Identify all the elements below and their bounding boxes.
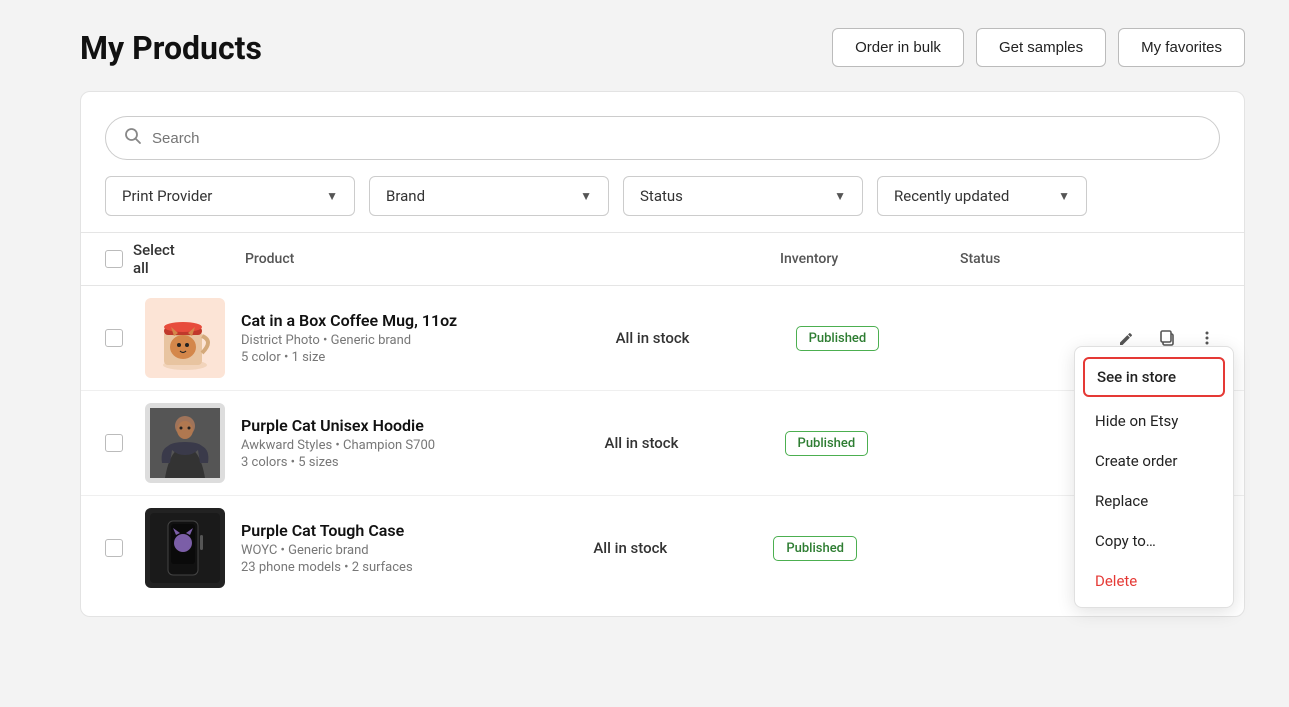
product-name: Purple Cat Tough Case [241,521,413,540]
get-samples-button[interactable]: Get samples [976,28,1106,67]
context-delete[interactable]: Delete [1075,561,1233,601]
row-1-status: Published [796,326,956,351]
chevron-down-icon: ▼ [580,189,592,203]
chevron-down-icon: ▼ [326,189,338,203]
table-header: Select all Product Inventory Status [81,232,1244,286]
status-filter[interactable]: Status ▼ [623,176,863,216]
chevron-down-icon: ▼ [1058,189,1070,203]
select-all-col: Select all [105,241,145,277]
product-info: Purple Cat Tough Case WOYC • Generic bra… [241,521,413,575]
product-name: Cat in a Box Coffee Mug, 11oz [241,311,457,330]
product-meta: WOYC • Generic brand [241,543,413,558]
status-badge: Published [773,536,857,561]
context-copy-to[interactable]: Copy to… [1075,521,1233,561]
product-info: Cat in a Box Coffee Mug, 11oz District P… [241,311,457,365]
row-2-inventory: All in stock [605,434,785,452]
row-2-status: Published [785,431,945,456]
product-variants: 3 colors • 5 sizes [241,455,435,470]
context-menu: See in store Hide on Etsy Create order R… [1074,346,1234,608]
sort-filter[interactable]: Recently updated ▼ [877,176,1087,216]
product-image [145,403,225,483]
chevron-down-icon: ▼ [834,189,846,203]
inventory-column-header: Inventory [780,251,960,267]
sort-label: Recently updated [894,187,1009,205]
row-1-inventory: All in stock [616,329,796,347]
print-provider-label: Print Provider [122,187,212,205]
header-buttons: Order in bulk Get samples My favorites [832,28,1245,67]
brand-filter[interactable]: Brand ▼ [369,176,609,216]
order-in-bulk-button[interactable]: Order in bulk [832,28,964,67]
product-meta: District Photo • Generic brand [241,333,457,348]
product-variants: 5 color • 1 size [241,350,457,365]
row-checkbox[interactable] [105,539,123,557]
page-header: My Products Order in bulk Get samples My… [0,0,1289,91]
product-variants: 23 phone models • 2 surfaces [241,560,413,575]
search-wrap [105,116,1220,160]
filters-row: Print Provider ▼ Brand ▼ Status ▼ Recent… [81,176,1244,232]
status-badge: Published [796,326,880,351]
row-checkbox[interactable] [105,329,123,347]
status-column-header: Status [960,251,1120,267]
product-image [145,298,225,378]
row-3-check [105,539,145,557]
search-input[interactable] [152,130,1201,147]
product-info: Purple Cat Unisex Hoodie Awkward Styles … [241,416,435,470]
product-meta: Awkward Styles • Champion S700 [241,438,435,453]
page-title: My Products [80,29,262,67]
row-2-check [105,434,145,452]
product-column-header: Product [245,251,780,267]
product-image [145,508,225,588]
row-3-status: Published [773,536,933,561]
context-replace[interactable]: Replace [1075,481,1233,521]
context-create-order[interactable]: Create order [1075,441,1233,481]
select-all-label[interactable]: Select all [133,241,175,277]
status-label: Status [640,187,683,205]
brand-label: Brand [386,187,425,205]
context-hide-on-etsy[interactable]: Hide on Etsy [1075,401,1233,441]
search-icon [124,127,142,149]
product-name: Purple Cat Unisex Hoodie [241,416,435,435]
table-row: Cat in a Box Coffee Mug, 11oz District P… [81,286,1244,391]
search-row [81,92,1244,176]
context-see-in-store[interactable]: See in store [1083,357,1225,397]
status-badge: Published [785,431,869,456]
table-row: Purple Cat Tough Case WOYC • Generic bra… [81,496,1244,600]
row-1-check [105,329,145,347]
table-row: Purple Cat Unisex Hoodie Awkward Styles … [81,391,1244,496]
main-card: Print Provider ▼ Brand ▼ Status ▼ Recent… [80,91,1245,617]
select-all-checkbox[interactable] [105,250,123,268]
my-favorites-button[interactable]: My favorites [1118,28,1245,67]
row-3-inventory: All in stock [593,539,773,557]
print-provider-filter[interactable]: Print Provider ▼ [105,176,355,216]
row-checkbox[interactable] [105,434,123,452]
